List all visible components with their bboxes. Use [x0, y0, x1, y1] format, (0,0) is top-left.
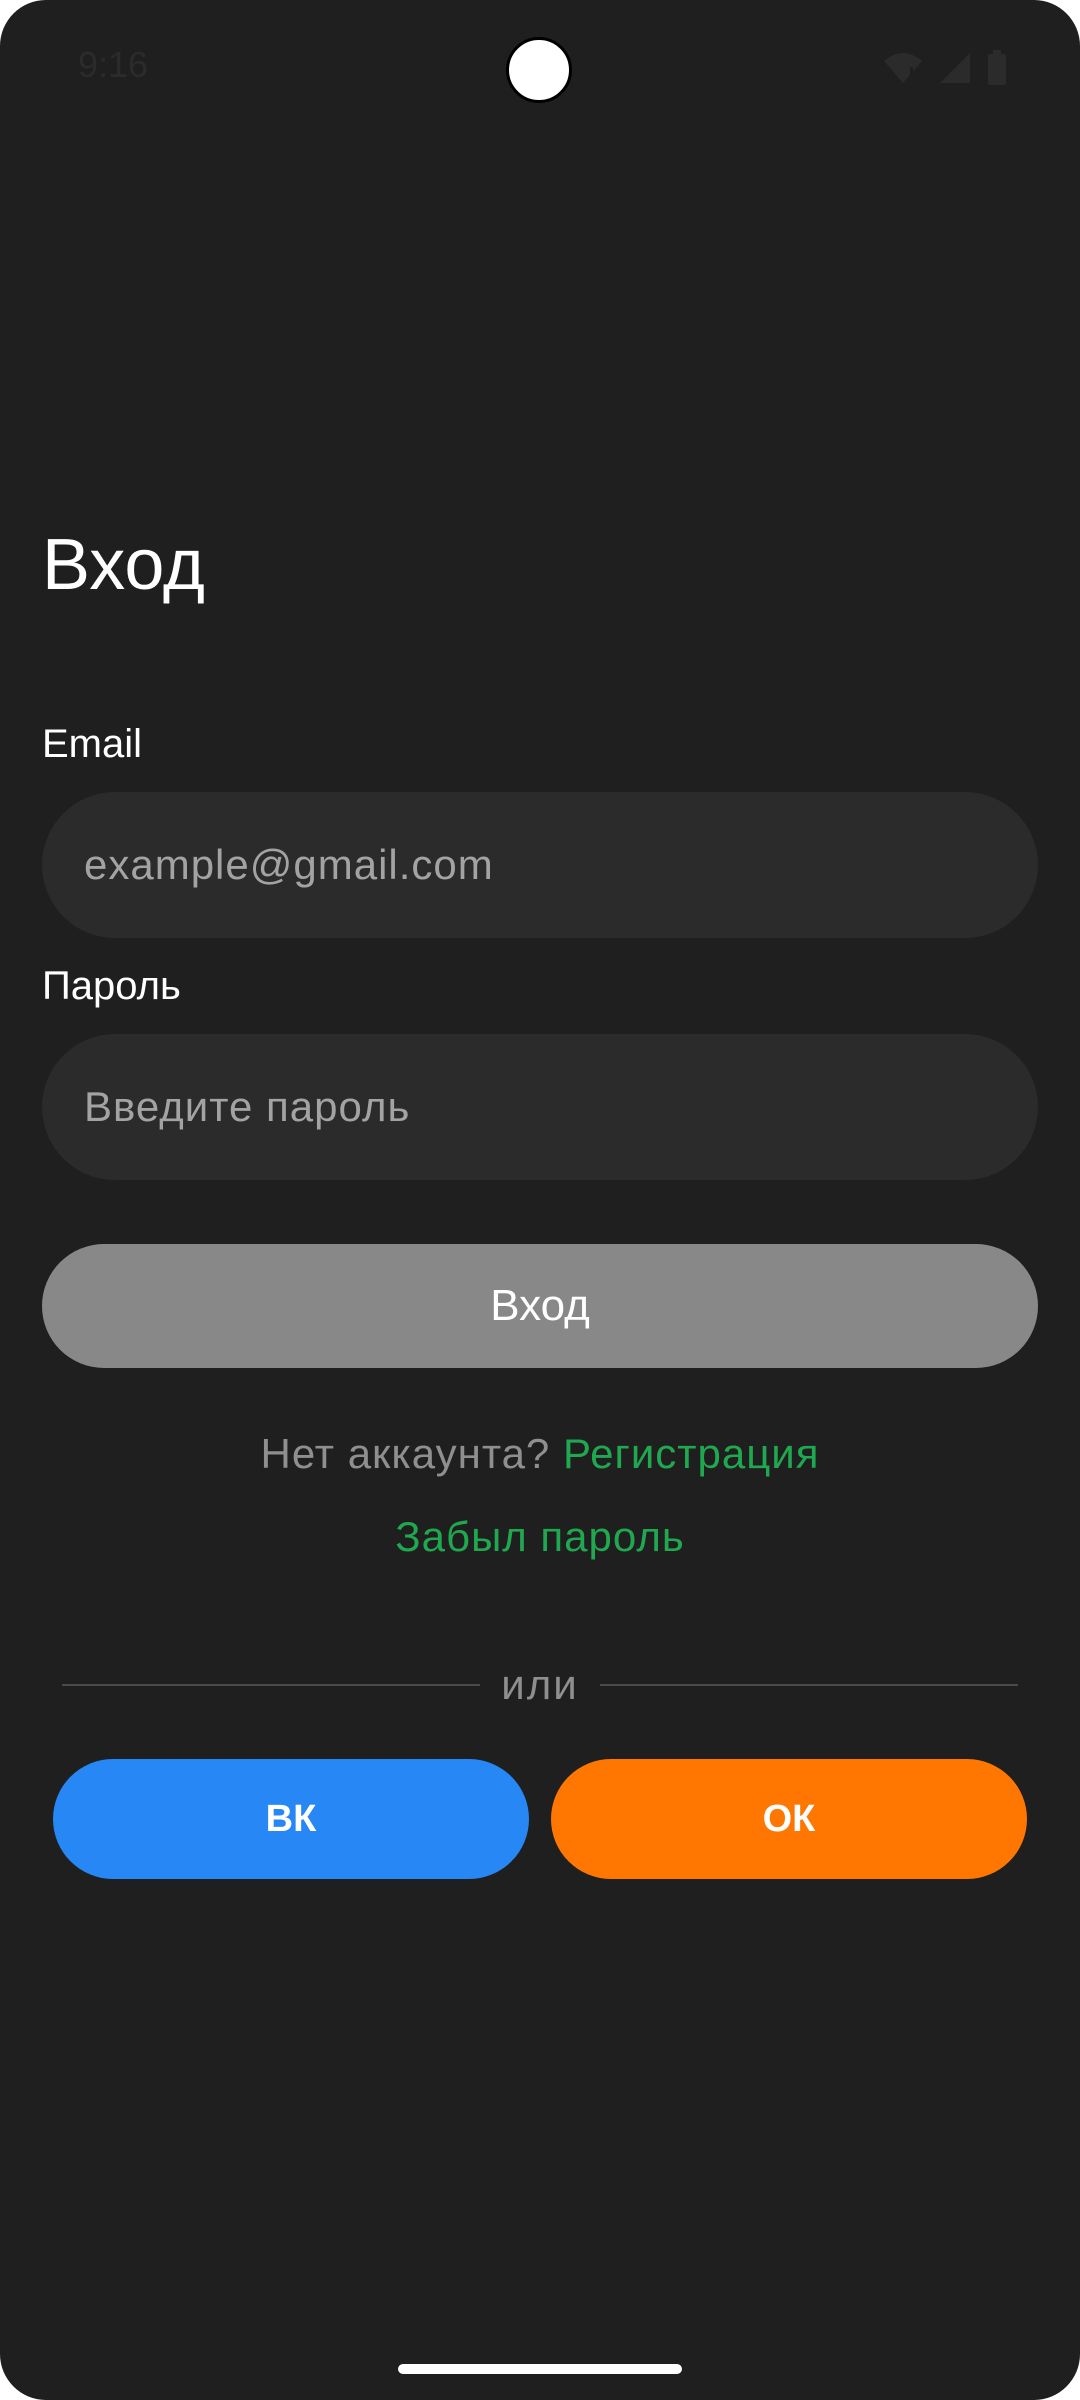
password-field[interactable] [42, 1034, 1038, 1180]
no-account-text: Нет аккаунта? [260, 1430, 551, 1477]
or-divider: или [62, 1660, 1018, 1710]
forgot-password-link[interactable]: Забыл пароль [395, 1513, 684, 1560]
phone-screen: 9:16 Вход Email example@gmail.com Пароль… [0, 0, 1080, 2400]
register-prompt: Нет аккаунта? Регистрация [0, 1428, 1080, 1480]
forgot-password-row: Забыл пароль [0, 1511, 1080, 1563]
ok-login-button[interactable]: ОК [551, 1759, 1027, 1879]
divider-line-right [600, 1684, 1018, 1686]
password-label: Пароль [42, 964, 181, 1008]
wifi-icon [882, 51, 924, 85]
register-link[interactable]: Регистрация [563, 1430, 820, 1477]
vk-login-button[interactable]: ВК [53, 1759, 529, 1879]
divider-line-left [62, 1684, 480, 1686]
signal-icon [938, 51, 972, 85]
status-time: 9:16 [78, 44, 149, 85]
status-bar: 9:16 [0, 0, 1080, 136]
login-button[interactable]: Вход [42, 1244, 1038, 1368]
status-icons [882, 50, 1008, 86]
camera-cutout [506, 37, 572, 103]
divider-text: или [501, 1661, 579, 1708]
email-label: Email [42, 722, 143, 766]
battery-icon [986, 50, 1008, 86]
email-field[interactable] [42, 792, 1038, 938]
home-indicator[interactable] [398, 2364, 682, 2374]
page-title: Вход [42, 525, 205, 605]
